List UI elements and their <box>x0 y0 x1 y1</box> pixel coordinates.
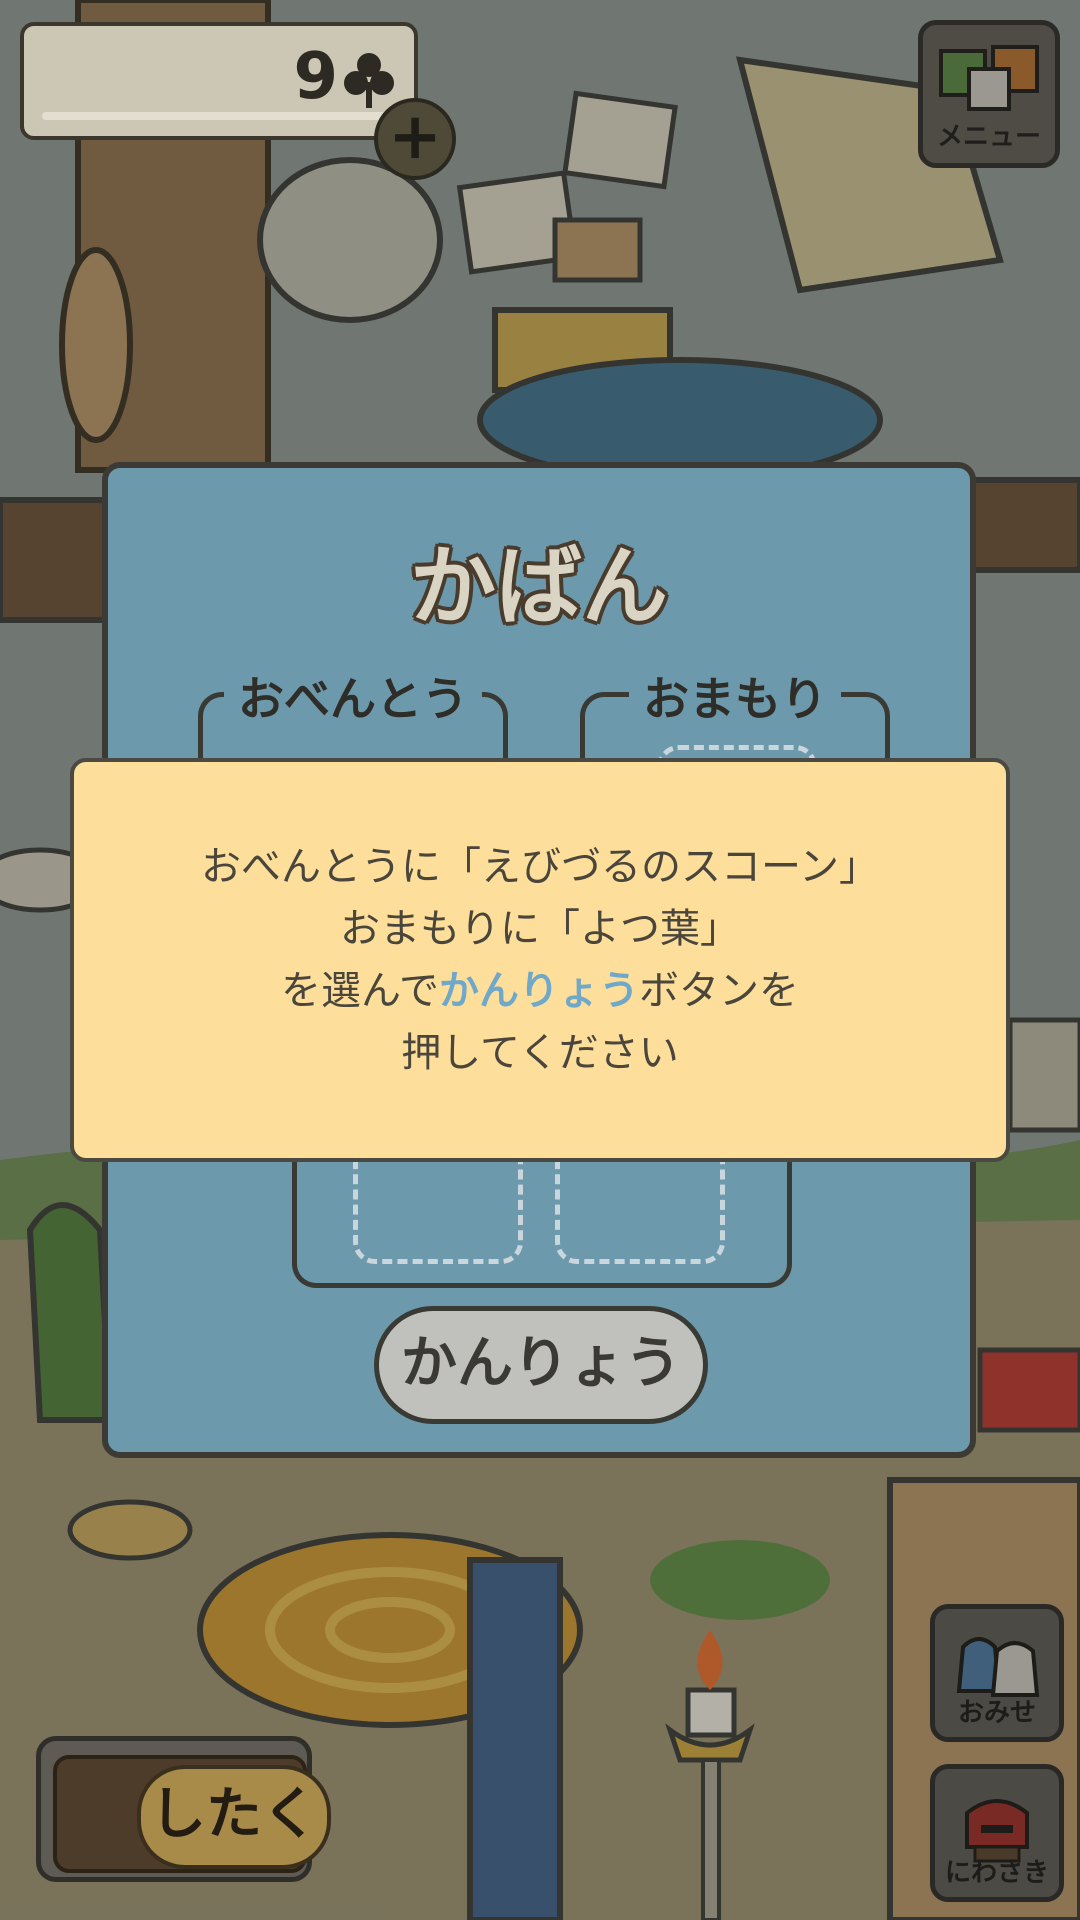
instruction-highlight: かんりょう <box>439 968 639 1014</box>
menu-label: メニュー <box>936 122 1041 152</box>
shop-label: おみせ <box>957 1698 1036 1728</box>
garden-label: にわさき <box>944 1858 1049 1888</box>
shop-button[interactable]: おみせ <box>930 1604 1064 1742</box>
garden-button[interactable]: にわさき <box>930 1764 1064 1902</box>
charm-slot-label: おまもり <box>629 663 841 729</box>
done-button[interactable]: かんりょう <box>374 1306 708 1424</box>
menu-button[interactable]: メニュー <box>918 20 1060 168</box>
lunch-slot-label: おべんとう <box>224 663 482 729</box>
instruction-line-4: 押してください <box>401 1030 679 1076</box>
instruction-line-2: おまもりに「よつ葉」 <box>340 906 740 952</box>
menu-icon <box>939 45 1039 111</box>
add-clover-button[interactable]: + <box>374 98 456 180</box>
clover-counter: 9 <box>20 22 418 140</box>
prepare-button[interactable]: したく <box>36 1736 331 1882</box>
counter-shine <box>42 112 396 120</box>
clover-count: 9 <box>293 40 338 114</box>
instruction-line-3-post: ボタンを <box>639 968 799 1014</box>
instruction-line-3: を選んでかんりょうボタンを <box>281 960 799 1022</box>
instruction-line-3-pre: を選んで <box>281 968 439 1014</box>
instruction-line-1: おべんとうに「えびづるのスコーン」 <box>201 844 879 890</box>
bag-title: かばん <box>410 537 668 637</box>
items-slot-frame <box>292 1138 792 1288</box>
prepare-label: したく <box>137 1765 331 1869</box>
instruction-popup: おべんとうに「えびづるのスコーン」 おまもりに「よつ葉」 を選んでかんりょうボタ… <box>70 758 1010 1162</box>
